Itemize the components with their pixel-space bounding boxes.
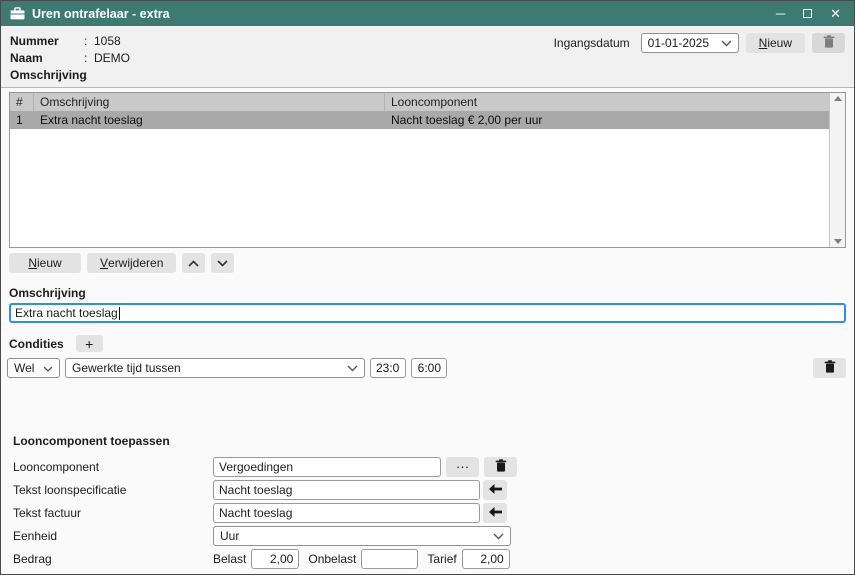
text-caret (119, 307, 120, 320)
tekst-factuur-row: Tekst factuur (13, 502, 854, 523)
browse-looncomponent-button[interactable]: ··· (446, 457, 479, 477)
bedrag-label: Bedrag (13, 552, 213, 566)
trash-icon (824, 360, 836, 376)
move-down-button[interactable] (211, 253, 234, 273)
looncomponent-row: Looncomponent ··· (13, 456, 854, 477)
arrow-left-icon (489, 482, 502, 497)
omschrijving-section-label: Omschrijving (9, 286, 846, 300)
ingangsdatum-label: Ingangsdatum (554, 36, 630, 50)
header-right: Ingangsdatum 01-01-2025 Nieuw (554, 33, 845, 53)
trash-icon (823, 35, 835, 51)
chevron-down-icon (493, 529, 504, 543)
belast-input[interactable] (251, 549, 299, 569)
list-actions: Nieuw Verwijderen (9, 253, 846, 273)
delete-condition-button[interactable] (813, 358, 846, 378)
table-row[interactable]: 1 Extra nacht toeslag Nacht toeslag € 2,… (10, 111, 845, 129)
tekst-factuur-input[interactable] (213, 503, 480, 523)
add-condition-button[interactable]: + (76, 335, 103, 352)
close-button[interactable]: ✕ (830, 7, 841, 20)
chevron-down-icon (43, 361, 53, 375)
nummer-value: 1058 (94, 34, 121, 48)
maximize-button[interactable] (803, 9, 812, 18)
delete-date-button[interactable] (812, 33, 845, 53)
tarief-label: Tarief (427, 552, 456, 566)
header-area: Nummer : 1058 Naam : DEMO Omschrijving :… (1, 26, 854, 88)
omschrijving-header-label: Omschrijving (10, 68, 84, 82)
condition-mode-select[interactable]: Wel (7, 358, 60, 378)
condities-header: Condities + (9, 335, 846, 352)
eenheid-label: Eenheid (13, 529, 213, 543)
naam-label: Naam (10, 51, 84, 65)
plus-icon: + (85, 336, 93, 352)
belast-label: Belast (213, 552, 246, 566)
looncomponent-label: Looncomponent (13, 460, 213, 474)
looncomponent-section-title: Looncomponent toepassen (13, 434, 854, 448)
looncomponent-input[interactable] (213, 457, 441, 477)
eenheid-select[interactable]: Uur (213, 526, 511, 546)
window-title: Uren ontrafelaar - extra (32, 7, 776, 21)
chevron-down-icon (347, 361, 358, 375)
condition-row: Wel Gewerkte tijd tussen (7, 358, 846, 378)
delete-looncomponent-button[interactable] (484, 457, 517, 477)
chevron-down-icon (217, 256, 228, 270)
condition-type-select[interactable]: Gewerkte tijd tussen (65, 358, 365, 378)
column-num: # (10, 93, 34, 111)
verwijderen-row-button[interactable]: Verwijderen (87, 253, 176, 273)
field-nummer: Nummer : 1058 (10, 32, 130, 49)
tekst-loonspecificatie-row: Tekst loonspecificatie (13, 479, 854, 500)
tarief-input[interactable] (462, 549, 510, 569)
chevron-up-icon (188, 256, 199, 270)
chevron-down-icon (721, 36, 732, 50)
trash-icon (495, 459, 507, 475)
eenheid-row: Eenheid Uur (13, 525, 854, 546)
dialog-window: Uren ontrafelaar - extra ─ ✕ Nummer : 10… (0, 0, 855, 575)
naam-value: DEMO (94, 51, 130, 65)
field-omschrijving-header: Omschrijving : (10, 66, 130, 83)
tekst-loonspecificatie-label: Tekst loonspecificatie (13, 483, 213, 497)
field-naam: Naam : DEMO (10, 49, 130, 66)
column-omschrijving: Omschrijving (34, 93, 385, 111)
tekst-loonspecificatie-input[interactable] (213, 480, 480, 500)
briefcase-icon (10, 7, 25, 20)
onbelast-input[interactable] (361, 549, 418, 569)
arrow-left-icon (489, 505, 502, 520)
nieuw-row-button[interactable]: Nieuw (9, 253, 81, 273)
titlebar: Uren ontrafelaar - extra ─ ✕ (1, 1, 854, 26)
tekst-factuur-label: Tekst factuur (13, 506, 213, 520)
vertical-scrollbar[interactable] (829, 93, 845, 247)
header-fields: Nummer : 1058 Naam : DEMO Omschrijving : (10, 32, 130, 83)
nieuw-date-button[interactable]: Nieuw (746, 33, 805, 53)
scroll-up-icon[interactable] (834, 96, 842, 101)
omschrijving-input[interactable]: Extra nacht toeslag (9, 303, 846, 323)
time-from-input[interactable] (370, 358, 406, 378)
table-header-row: # Omschrijving Looncomponent (10, 93, 845, 111)
copy-loonspecificatie-button[interactable] (483, 480, 507, 500)
rules-table: # Omschrijving Looncomponent 1 Extra nac… (9, 92, 846, 248)
ellipsis-icon: ··· (456, 459, 469, 474)
copy-factuur-button[interactable] (483, 503, 507, 523)
ingangsdatum-select[interactable]: 01-01-2025 (641, 33, 739, 53)
scroll-down-icon[interactable] (834, 239, 842, 244)
time-to-input[interactable] (411, 358, 447, 378)
nummer-label: Nummer (10, 34, 84, 48)
minimize-button[interactable]: ─ (776, 7, 785, 20)
condities-label: Condities (9, 337, 64, 351)
column-looncomponent: Looncomponent (385, 93, 829, 111)
looncomponent-section: Looncomponent toepassen Looncomponent ··… (13, 434, 854, 569)
onbelast-label: Onbelast (308, 552, 356, 566)
window-controls: ─ ✕ (776, 7, 845, 20)
bedrag-row: Bedrag Belast Onbelast Tarief (13, 548, 854, 569)
move-up-button[interactable] (182, 253, 205, 273)
